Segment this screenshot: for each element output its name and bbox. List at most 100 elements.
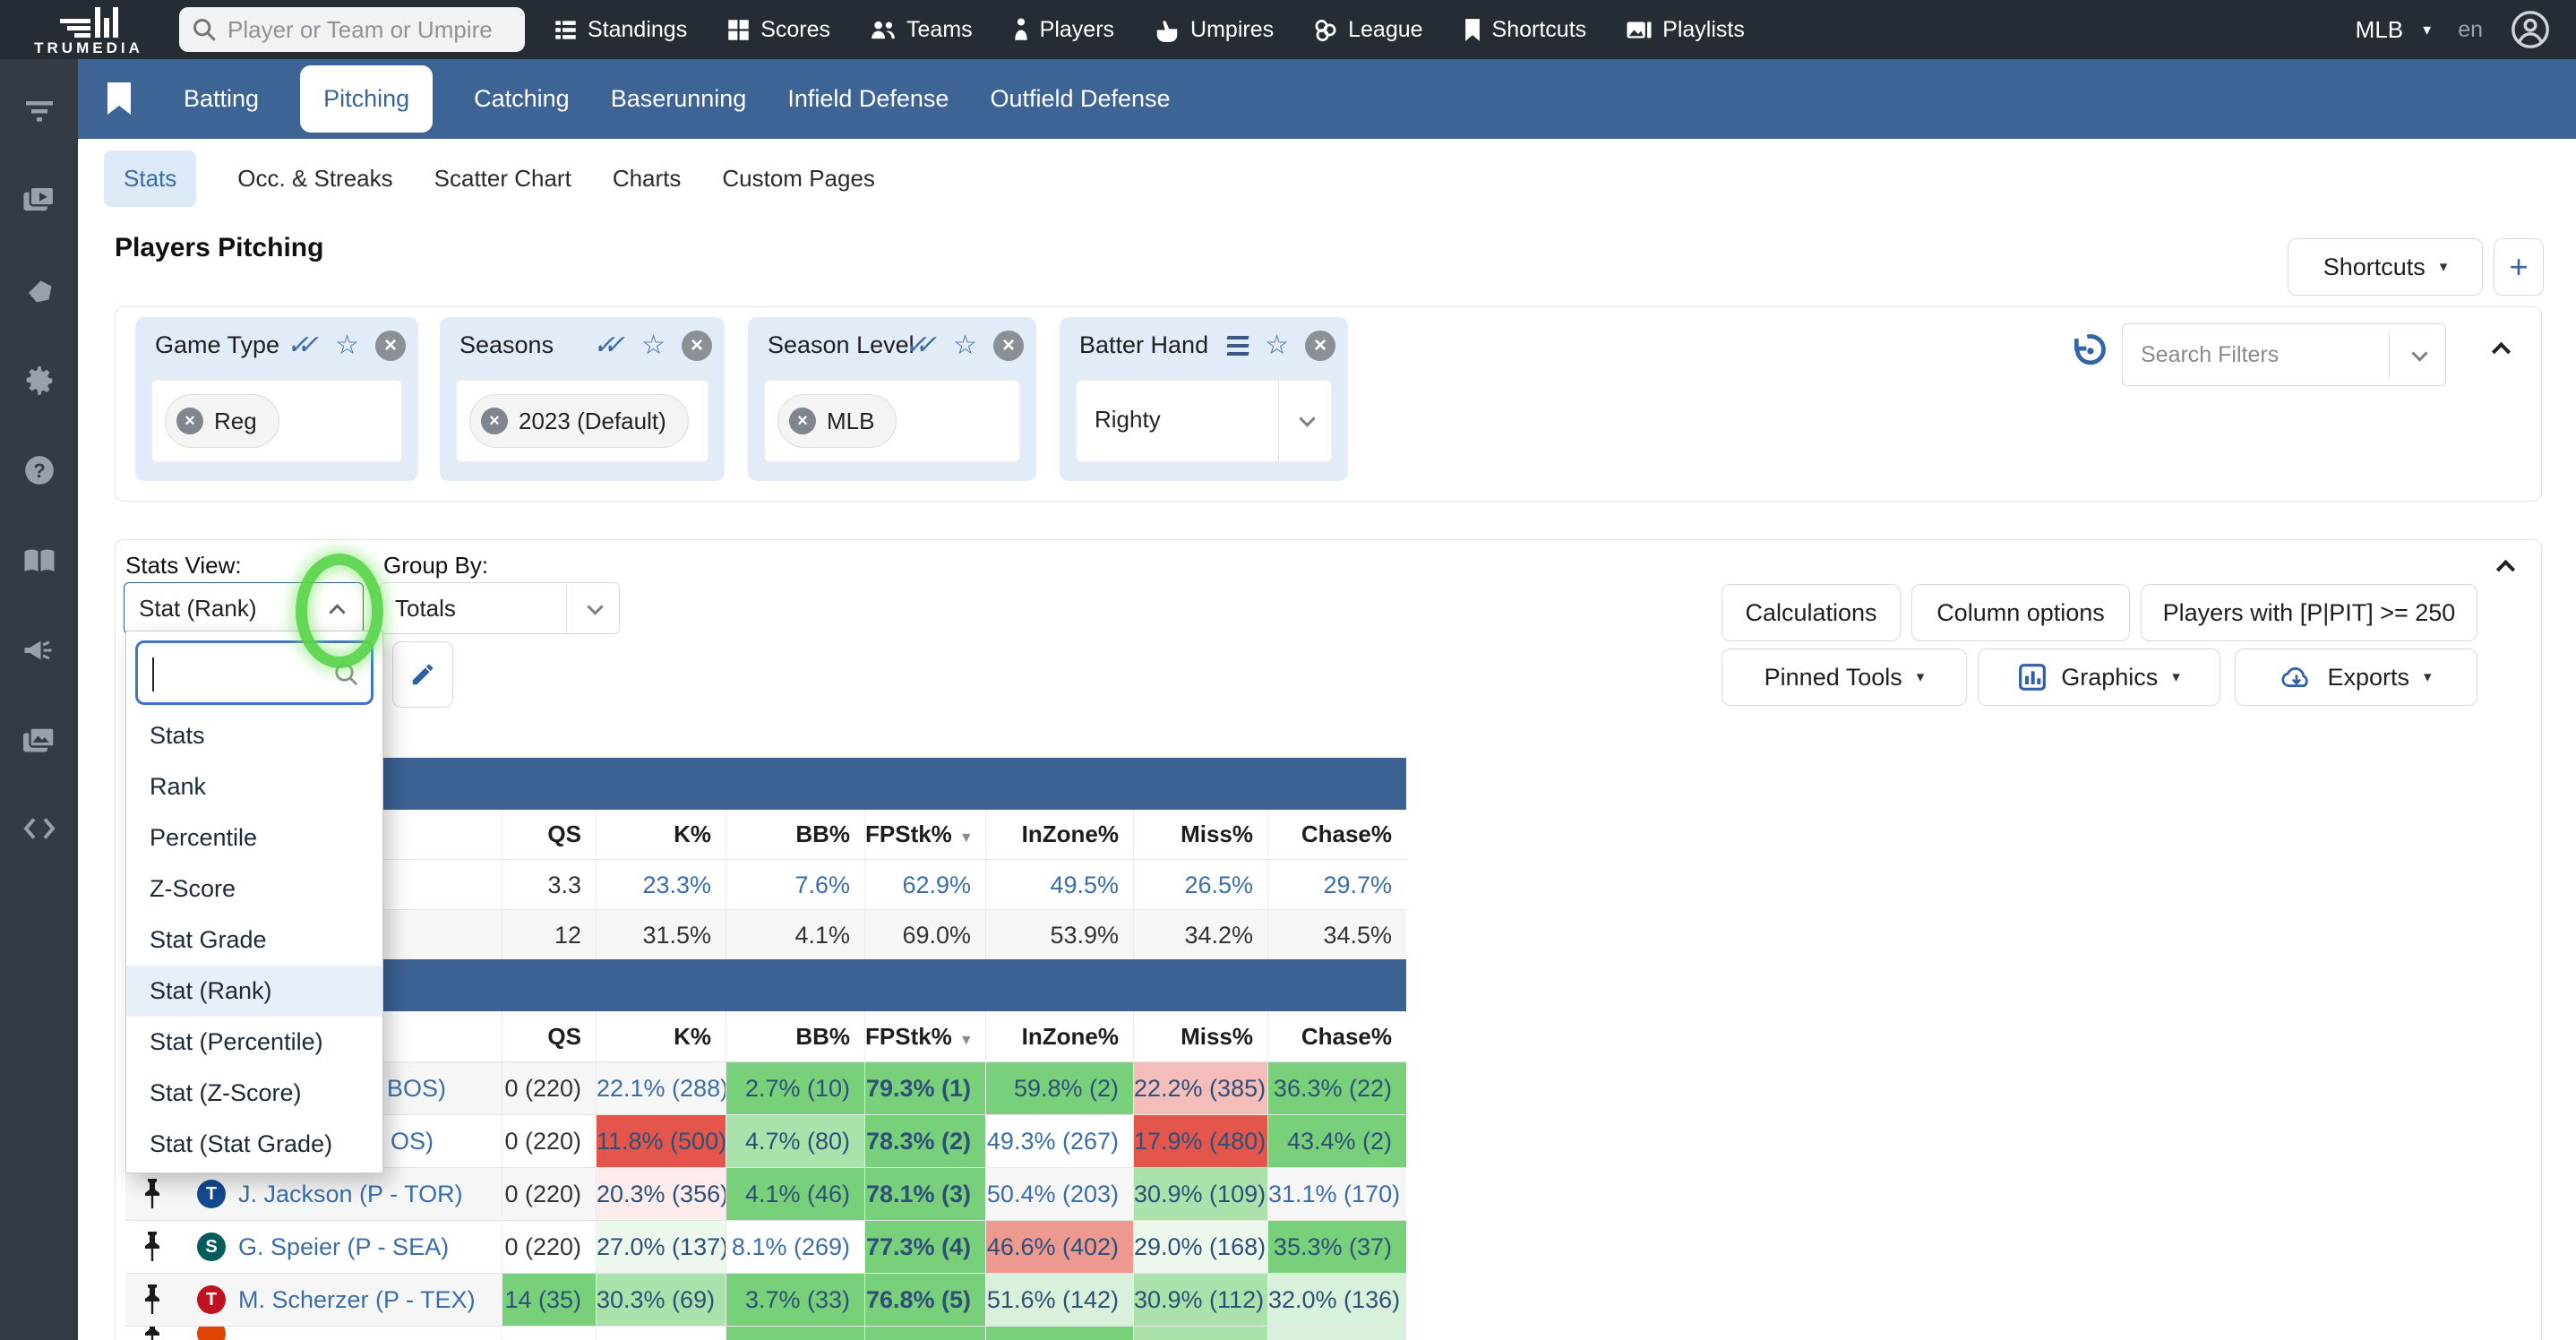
collapse-filters-chevron-icon[interactable]: [2491, 341, 2512, 362]
select-all-icon[interactable]: ✓✓: [593, 330, 625, 361]
stat-cell[interactable]: 2.7% (10): [726, 1062, 864, 1114]
player-name[interactable]: J. Jackson (P - TOR): [238, 1168, 463, 1220]
sidebar-code-icon[interactable]: [0, 815, 78, 842]
player-name[interactable]: OS): [391, 1115, 434, 1167]
stat-cell[interactable]: 0 (220): [502, 1168, 596, 1220]
tab-infield-defense[interactable]: Infield Defense: [787, 85, 949, 113]
tab-baserunning[interactable]: Baserunning: [611, 85, 747, 113]
star-icon[interactable]: ☆: [1265, 330, 1289, 361]
menu-option-percentile[interactable]: Percentile: [126, 812, 382, 863]
menu-option-stat-z-score[interactable]: Stat (Z-Score): [126, 1068, 382, 1119]
stat-cell[interactable]: 22.1% (288): [596, 1062, 726, 1114]
remove-filter-icon[interactable]: ×: [682, 330, 712, 361]
stat-cell[interactable]: 59.8% (2): [985, 1062, 1133, 1114]
select-all-icon[interactable]: ✓✓: [905, 330, 937, 361]
stat-cell[interactable]: 77.3% (4): [864, 1221, 985, 1273]
tab-custom-pages[interactable]: Custom Pages: [722, 165, 875, 193]
remove-filter-icon[interactable]: ×: [1305, 330, 1335, 361]
stat-cell[interactable]: 0 (220): [502, 1221, 596, 1273]
filter-chip[interactable]: × Reg: [165, 394, 279, 448]
tab-scatter-chart[interactable]: Scatter Chart: [434, 165, 571, 193]
league-selector[interactable]: MLB ▾: [2356, 16, 2432, 44]
col-header-miss[interactable]: Miss%: [1133, 810, 1267, 859]
tab-pitching[interactable]: Pitching: [300, 65, 434, 133]
stat-cell[interactable]: 0 (220): [502, 1062, 596, 1114]
topbar-nav-league[interactable]: League: [1313, 17, 1423, 43]
exports-button[interactable]: Exports ▾: [2235, 649, 2477, 706]
menu-option-stat-grade[interactable]: Stat Grade: [126, 915, 382, 966]
column-options-button[interactable]: Column options: [1911, 584, 2130, 641]
stat-cell[interactable]: 36.3% (22): [1267, 1062, 1406, 1114]
stat-cell[interactable]: [985, 1327, 1133, 1340]
topbar-nav-standings[interactable]: Standings: [554, 17, 687, 43]
stat-cell[interactable]: 27.0% (137): [596, 1221, 726, 1273]
avg-cell[interactable]: 49.5%: [985, 860, 1133, 909]
global-search-input[interactable]: Player or Team or Umpire: [179, 7, 525, 52]
topbar-nav-players[interactable]: Players: [1012, 17, 1114, 43]
stat-cell[interactable]: 11.8% (500): [596, 1115, 726, 1167]
menu-option-z-score[interactable]: Z-Score: [126, 863, 382, 915]
avg-cell[interactable]: 23.3%: [596, 860, 726, 909]
bookmark-icon[interactable]: [107, 82, 131, 115]
tab-stats[interactable]: Stats: [104, 150, 197, 207]
remove-filter-icon[interactable]: ×: [993, 330, 1024, 361]
chip-remove-icon[interactable]: ×: [789, 408, 816, 434]
stat-cell[interactable]: 17.9% (480): [1133, 1115, 1267, 1167]
col-header-bb[interactable]: BB%: [726, 810, 864, 859]
stat-cell[interactable]: 30.9% (109): [1133, 1168, 1267, 1220]
stat-cell[interactable]: 78.3% (2): [864, 1115, 985, 1167]
menu-option-stat-rank[interactable]: Stat (Rank): [126, 966, 382, 1017]
filter-value-box[interactable]: × MLB: [764, 380, 1020, 462]
stat-cell[interactable]: 78.1% (3): [864, 1168, 985, 1220]
stat-cell[interactable]: [864, 1327, 985, 1340]
stat-cell[interactable]: 31.1% (170): [1267, 1168, 1406, 1220]
col-header-bb[interactable]: BB%: [726, 1011, 864, 1061]
sidebar-home-plate-icon[interactable]: [0, 274, 78, 306]
list-lines-icon[interactable]: [1226, 331, 1249, 360]
trumedia-logo[interactable]: TRUMEDIA: [13, 2, 165, 57]
tab-occ-streaks[interactable]: Occ. & Streaks: [237, 165, 392, 193]
col-header-fpstk[interactable]: FPStk% ▼: [864, 1011, 985, 1061]
menu-option-rank[interactable]: Rank: [126, 761, 382, 812]
language-toggle[interactable]: en: [2458, 17, 2483, 43]
player-name[interactable]: M. Scherzer (P - TEX): [238, 1274, 476, 1326]
col-header-inzone[interactable]: InZone%: [985, 1011, 1133, 1061]
graphics-button[interactable]: Graphics ▾: [1978, 649, 2220, 706]
search-filters-dropdown[interactable]: Search Filters: [2122, 323, 2446, 386]
stat-cell[interactable]: 29.0% (168): [1133, 1221, 1267, 1273]
sidebar-filter-icon[interactable]: [0, 93, 78, 125]
account-avatar-icon[interactable]: [2510, 9, 2551, 50]
avg-cell[interactable]: 29.7%: [1267, 860, 1406, 909]
stat-cell[interactable]: [596, 1327, 726, 1340]
sidebar-announcements-icon[interactable]: [0, 634, 78, 666]
avg-cell[interactable]: 62.9%: [864, 860, 985, 909]
topbar-nav-teams[interactable]: Teams: [870, 17, 973, 43]
topbar-nav-shortcuts[interactable]: Shortcuts: [1463, 17, 1586, 43]
stat-cell[interactable]: 4.1% (46): [726, 1168, 864, 1220]
stat-cell[interactable]: 20.3% (356): [596, 1168, 726, 1220]
select-all-icon[interactable]: ✓✓: [287, 330, 319, 361]
col-header-qs[interactable]: QS: [502, 1011, 596, 1061]
batter-hand-select[interactable]: Righty: [1076, 380, 1332, 462]
stat-cell[interactable]: 0 (220): [502, 1115, 596, 1167]
star-icon[interactable]: ☆: [335, 330, 359, 361]
shortcuts-button[interactable]: Shortcuts ▾: [2288, 238, 2483, 296]
stat-cell[interactable]: 46.6% (402): [985, 1221, 1133, 1273]
stat-cell[interactable]: 76.8% (5): [864, 1274, 985, 1326]
menu-option-stat-percentile[interactable]: Stat (Percentile): [126, 1017, 382, 1068]
avg-cell[interactable]: 26.5%: [1133, 860, 1267, 909]
stat-cell[interactable]: 50.4% (203): [985, 1168, 1133, 1220]
col-header-miss[interactable]: Miss%: [1133, 1011, 1267, 1061]
col-header-k[interactable]: K%: [596, 810, 726, 859]
tab-batting[interactable]: Batting: [184, 85, 259, 113]
filter-chip[interactable]: × MLB: [777, 394, 897, 448]
pin-icon[interactable]: [142, 1327, 163, 1340]
chip-remove-icon[interactable]: ×: [176, 408, 203, 434]
chip-remove-icon[interactable]: ×: [481, 408, 508, 434]
stat-cell[interactable]: 3.7% (33): [726, 1274, 864, 1326]
tab-catching[interactable]: Catching: [474, 85, 570, 113]
col-header-k[interactable]: K%: [596, 1011, 726, 1061]
qualifier-button[interactable]: Players with [P|PIT] >= 250: [2141, 584, 2477, 641]
avg-cell[interactable]: 7.6%: [726, 860, 864, 909]
col-header-chase[interactable]: Chase%: [1267, 1011, 1406, 1061]
